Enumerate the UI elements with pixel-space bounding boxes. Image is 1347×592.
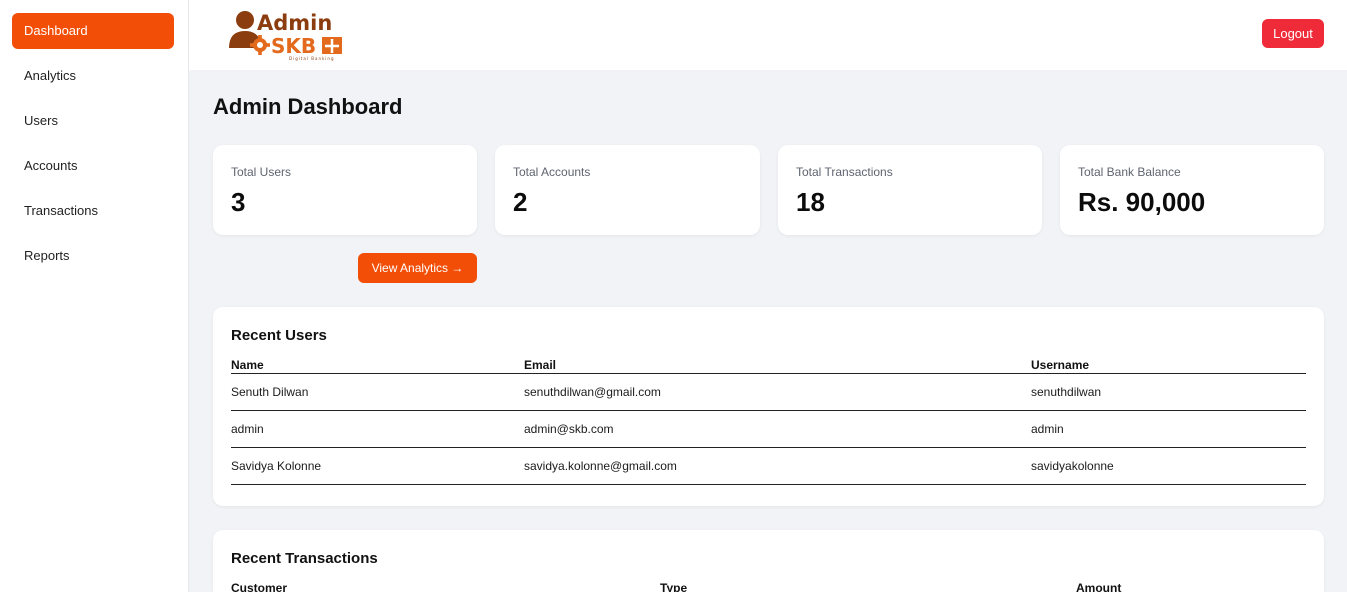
user-name-cell: Savidya Kolonne bbox=[231, 447, 524, 485]
sidebar-item-analytics[interactable]: Analytics bbox=[12, 58, 174, 94]
user-email-cell: admin@skb.com bbox=[524, 410, 1031, 448]
stat-value: Rs. 90,000 bbox=[1078, 187, 1206, 217]
recent-transactions-title: Recent Transactions bbox=[231, 550, 378, 567]
column-header-type: Type bbox=[660, 576, 1076, 592]
stat-card-total-accounts: Total Accounts 2 bbox=[495, 145, 760, 235]
user-name-cell: admin bbox=[231, 410, 524, 448]
sidebar-item-dashboard[interactable]: Dashboard bbox=[12, 13, 174, 49]
admin-skb-logo: Admin SKB Digital Banking bbox=[229, 11, 342, 61]
user-email-cell: savidya.kolonne@gmail.com bbox=[524, 447, 1031, 485]
user-email-cell: senuthdilwan@gmail.com bbox=[524, 373, 1031, 411]
recent-users-table: Name Email Username Senuth Dilwan senuth… bbox=[231, 353, 1306, 485]
recent-users-title: Recent Users bbox=[231, 327, 327, 344]
sidebar-item-transactions[interactable]: Transactions bbox=[12, 193, 174, 229]
recent-transactions-panel: Recent Transactions Customer Type Amount bbox=[213, 530, 1324, 592]
user-username-cell: savidyakolonne bbox=[1031, 447, 1306, 485]
stat-card-total-bank-balance: Total Bank Balance Rs. 90,000 bbox=[1060, 145, 1324, 235]
table-header-row: Name Email Username bbox=[231, 353, 1306, 374]
user-username-cell: senuthdilwan bbox=[1031, 373, 1306, 411]
column-header-name: Name bbox=[231, 353, 524, 374]
sidebar-item-users[interactable]: Users bbox=[12, 103, 174, 139]
sidebar: Dashboard Analytics Users Accounts Trans… bbox=[0, 0, 189, 592]
view-analytics-button[interactable]: View Analytics → bbox=[358, 253, 477, 283]
sidebar-item-reports[interactable]: Reports bbox=[12, 238, 174, 274]
stat-label: Total Users bbox=[231, 165, 292, 179]
column-header-amount: Amount bbox=[1076, 576, 1306, 592]
sidebar-item-accounts[interactable]: Accounts bbox=[12, 148, 174, 184]
logo-line2: SKB bbox=[271, 34, 316, 58]
column-header-customer: Customer bbox=[231, 576, 660, 592]
stat-value: 18 bbox=[796, 187, 825, 217]
column-header-email: Email bbox=[524, 353, 1031, 374]
top-bar: Admin SKB Digital Banking Logout bbox=[189, 0, 1347, 70]
column-header-username: Username bbox=[1031, 353, 1306, 374]
stat-label: Total Accounts bbox=[513, 165, 591, 179]
stat-value: 3 bbox=[231, 187, 246, 217]
user-username-cell: admin bbox=[1031, 410, 1306, 448]
stat-label: Total Bank Balance bbox=[1078, 165, 1181, 179]
recent-transactions-table: Customer Type Amount bbox=[231, 576, 1306, 592]
logo-tagline: Digital Banking bbox=[289, 56, 334, 61]
stat-value: 2 bbox=[513, 187, 528, 217]
table-header-row: Customer Type Amount bbox=[231, 576, 1306, 592]
table-row: Senuth Dilwan senuthdilwan@gmail.com sen… bbox=[231, 373, 1306, 411]
table-row: admin admin@skb.com admin bbox=[231, 410, 1306, 448]
logout-button[interactable]: Logout bbox=[1262, 19, 1324, 48]
logo-line1: Admin bbox=[257, 11, 332, 35]
page-title: Admin Dashboard bbox=[213, 94, 403, 119]
stat-label: Total Transactions bbox=[796, 165, 893, 179]
stat-card-total-users: Total Users 3 bbox=[213, 145, 477, 235]
table-row: Savidya Kolonne savidya.kolonne@gmail.co… bbox=[231, 447, 1306, 485]
user-name-cell: Senuth Dilwan bbox=[231, 373, 524, 411]
recent-users-panel: Recent Users Name Email Username Senuth … bbox=[213, 307, 1324, 506]
stat-card-total-transactions: Total Transactions 18 bbox=[778, 145, 1042, 235]
